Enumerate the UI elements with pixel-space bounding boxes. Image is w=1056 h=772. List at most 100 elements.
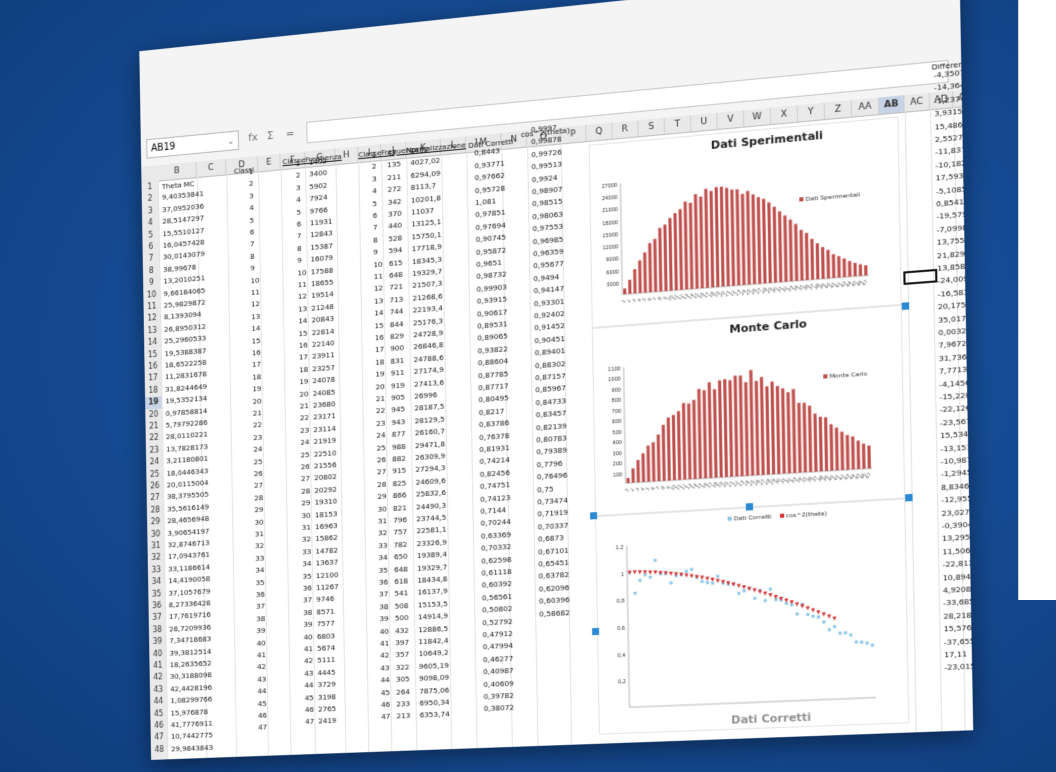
cell-f[interactable]: 18: [299, 364, 308, 375]
row-header-39[interactable]: 39: [149, 636, 166, 649]
cell-j[interactable]: 915: [392, 465, 406, 477]
cell-d[interactable]: 24: [253, 444, 262, 455]
cell-o[interactable]: 0,67101: [538, 544, 569, 557]
cell-k[interactable]: 14914,9: [418, 610, 448, 622]
cell-d[interactable]: 8: [250, 251, 255, 262]
cell-g[interactable]: 12100: [316, 569, 339, 581]
cell-g[interactable]: 22510: [314, 447, 337, 459]
cell-o[interactable]: 0,9494: [533, 271, 559, 284]
cell-k[interactable]: 18345,3: [412, 253, 442, 266]
cell-j[interactable]: 47: [387, 147, 396, 159]
cell-g[interactable]: 18655: [311, 277, 334, 290]
cell-f[interactable]: 10: [297, 267, 306, 279]
cell-j[interactable]: 648: [389, 269, 403, 281]
resize-handle[interactable]: [592, 627, 600, 636]
cell-m[interactable]: 0,56561: [482, 591, 513, 604]
row-header-46[interactable]: 46: [150, 720, 167, 733]
cell-i[interactable]: 16: [375, 332, 384, 344]
cell-m[interactable]: 0,90745: [476, 232, 507, 246]
column-header-q[interactable]: Q: [586, 122, 613, 142]
cell-m[interactable]: 0,93771: [474, 157, 505, 171]
cell-i[interactable]: 2: [372, 161, 377, 172]
cell-f[interactable]: 11: [298, 279, 307, 290]
cell-ad[interactable]: 17,5933: [935, 170, 968, 184]
cell-i[interactable]: 15: [374, 319, 383, 331]
sum-icon[interactable]: Σ: [267, 129, 274, 142]
cell-o[interactable]: 0,90451: [534, 333, 565, 346]
cell-k[interactable]: 26846,8: [413, 340, 443, 353]
cell-j[interactable]: 911: [391, 367, 405, 379]
cell-m[interactable]: 0,88604: [478, 355, 509, 368]
cell-k[interactable]: 27413,6: [414, 376, 444, 389]
cell-i[interactable]: 18: [375, 356, 384, 368]
cell-g[interactable]: 20802: [314, 471, 337, 483]
cell-f[interactable]: 35: [303, 570, 312, 581]
cell-ad[interactable]: 21,8291: [937, 247, 970, 261]
chevron-down-icon[interactable]: ⌄: [227, 132, 234, 152]
cell-d[interactable]: 5: [250, 214, 255, 225]
cell-i[interactable]: 26: [377, 454, 386, 465]
cell-ad[interactable]: 8,83466: [941, 480, 973, 493]
row-header-36[interactable]: 36: [148, 600, 165, 613]
cell-g[interactable]: 24078: [312, 374, 336, 386]
cell-i[interactable]: 36: [379, 576, 388, 587]
cell-j[interactable]: 618: [394, 575, 408, 587]
cell-m[interactable]: 0,89531: [477, 318, 508, 331]
row-header-35[interactable]: 35: [148, 588, 165, 601]
cell-j[interactable]: 440: [388, 220, 402, 232]
cell-i[interactable]: 25: [377, 442, 386, 453]
cell-ad[interactable]: -22,126: [940, 402, 971, 415]
cell-j[interactable]: 594: [389, 244, 403, 256]
column-header-t[interactable]: T: [664, 115, 692, 134]
cell-d[interactable]: 26: [254, 468, 263, 479]
cell-j[interactable]: 744: [390, 306, 404, 318]
cell-m[interactable]: 0,70244: [480, 516, 511, 529]
cell-k[interactable]: 8113,7: [411, 180, 437, 193]
cell-ad[interactable]: -14,3641: [934, 79, 970, 94]
cell-j[interactable]: 432: [395, 624, 409, 636]
cell-ad[interactable]: -13,1518: [940, 441, 973, 455]
cell-g[interactable]: 11931: [310, 216, 333, 229]
cell-j[interactable]: 541: [394, 588, 408, 600]
cell-ad[interactable]: -5,1085: [936, 183, 967, 197]
cell-f[interactable]: 2: [296, 170, 301, 181]
cell-f[interactable]: 28: [301, 485, 310, 496]
cell-o[interactable]: 0,96985: [533, 233, 564, 247]
cell-b[interactable]: 18,2635652: [170, 658, 212, 671]
cell-j[interactable]: 397: [395, 637, 409, 649]
cell-f[interactable]: 8: [297, 243, 302, 254]
column-header-z[interactable]: Z: [824, 100, 853, 120]
cell-k[interactable]: 22581,1: [416, 524, 446, 537]
cell-j[interactable]: 233: [396, 698, 410, 709]
cell-g[interactable]: 2765: [318, 703, 336, 715]
cell-ad[interactable]: 0,00326: [938, 325, 971, 339]
cell-k[interactable]: 26160,7: [415, 426, 445, 439]
cell-ad[interactable]: 13,2951: [942, 531, 973, 544]
cell-g[interactable]: 18153: [315, 508, 338, 520]
cell-i[interactable]: 6: [373, 210, 378, 221]
cell-i[interactable]: 42: [380, 650, 389, 661]
cell-j[interactable]: 757: [393, 526, 407, 538]
cell-j[interactable]: 825: [393, 477, 407, 489]
cell-g[interactable]: 23911: [312, 350, 335, 362]
cell-j[interactable]: 829: [390, 330, 404, 342]
function-wizard-icon[interactable]: fx: [248, 131, 258, 145]
cell-i[interactable]: 30: [378, 503, 387, 514]
cell-f[interactable]: 6: [297, 218, 302, 229]
cell-o[interactable]: 0,6873: [538, 532, 564, 544]
cell-ad[interactable]: 15,5767: [944, 622, 974, 635]
formula-equals-icon[interactable]: =: [286, 127, 295, 141]
cell-j[interactable]: 211: [387, 171, 401, 183]
cell-b[interactable]: 30,3188098: [170, 670, 212, 683]
cell-g[interactable]: 3729: [318, 679, 336, 691]
cell-g[interactable]: 1402: [309, 155, 327, 167]
cell-f[interactable]: 21: [300, 400, 309, 411]
cell-b[interactable]: 17,7619716: [169, 610, 211, 623]
cell-ad[interactable]: 28,2184: [943, 609, 973, 622]
cell-m[interactable]: 0,97851: [475, 207, 506, 221]
cell-f[interactable]: 9: [297, 255, 302, 266]
cell-g[interactable]: 22814: [312, 325, 335, 338]
cell-b[interactable]: 14,4190058: [168, 573, 210, 586]
cell-o[interactable]: 0,83457: [536, 407, 567, 420]
cell-o[interactable]: 0,75: [537, 483, 554, 495]
